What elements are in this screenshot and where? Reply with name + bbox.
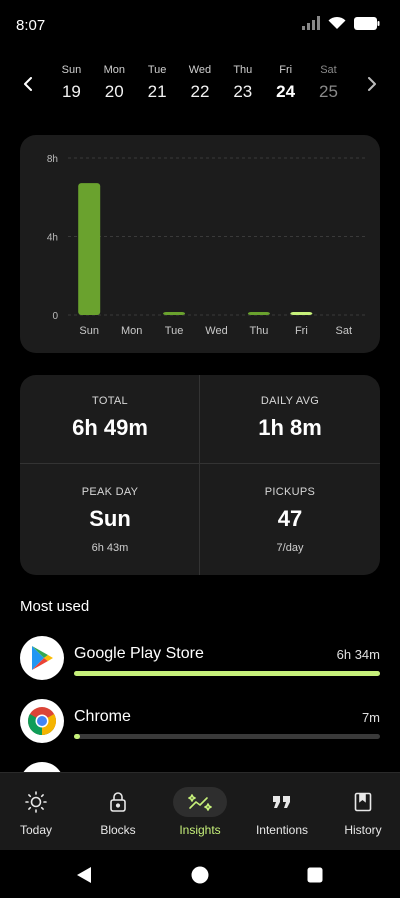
status-time: 8:07 <box>16 17 46 34</box>
nav-label: Blocks <box>100 823 136 837</box>
cellular-signal-icon <box>302 16 320 30</box>
app-row-chrome[interactable]: Chrome 7m <box>20 699 380 749</box>
day-number: 22 <box>190 82 210 101</box>
nav-label: Insights <box>179 823 221 837</box>
y-tick-label: 4h <box>47 233 58 244</box>
back-triangle-icon[interactable] <box>76 866 92 884</box>
weekly-usage-chart: 0 4h 8h Sun Mon Tue Wed Thu Fri Sat <box>20 135 380 353</box>
stats-card: TOTAL 6h 49m DAILY AVG 1h 8m PEAK DAY Su… <box>20 375 380 575</box>
usage-bar-fill <box>74 671 380 676</box>
nav-today[interactable]: Today <box>0 773 76 851</box>
day-number: 23 <box>233 82 253 101</box>
day-name: Fri <box>279 64 293 76</box>
total-label: TOTAL <box>92 395 128 407</box>
app-row-google-play-store[interactable]: Google Play Store 6h 34m <box>20 636 380 686</box>
peak-day-value: Sun <box>89 506 131 531</box>
usage-bar-fill <box>74 734 81 739</box>
bottom-navigation: Today Blocks Insights Intentions History <box>0 772 400 850</box>
previous-week-button[interactable] <box>18 74 38 94</box>
peak-day-stat: PEAK DAY Sun 6h 43m <box>20 486 200 554</box>
chevron-right-icon <box>368 77 376 91</box>
recents-square-icon[interactable] <box>307 867 323 883</box>
chevron-left-icon <box>24 77 32 91</box>
x-tick-label: Mon <box>121 325 142 337</box>
day-tue[interactable]: Tue 21 <box>136 60 179 102</box>
most-used-title: Most used <box>20 598 90 615</box>
total-stat: TOTAL 6h 49m <box>20 395 200 441</box>
day-number: 19 <box>61 82 81 101</box>
divider <box>20 463 380 464</box>
pickups-stat: PICKUPS 47 7/day <box>200 486 380 554</box>
y-tick-label: 0 <box>52 311 58 322</box>
nav-blocks[interactable]: Blocks <box>78 773 158 851</box>
home-circle-icon[interactable] <box>191 866 209 884</box>
x-tick-label: Sun <box>79 325 99 337</box>
bar-tue[interactable] <box>163 312 186 315</box>
pickups-label: PICKUPS <box>264 486 316 498</box>
app-usage-time: 6h 34m <box>336 647 380 662</box>
bar-fri[interactable] <box>290 312 313 315</box>
day-name: Sun <box>61 64 82 76</box>
pickups-value: 47 <box>277 506 303 531</box>
day-fri[interactable]: Fri 24 <box>264 60 307 102</box>
x-tick-label: Wed <box>205 325 227 337</box>
battery-icon <box>354 16 380 30</box>
status-icons <box>302 16 380 30</box>
week-navigator: Sun 19 Mon 20 Tue 21 Wed 22 Thu 23 Fri 24 Sat 2… <box>0 60 400 110</box>
day-number: 21 <box>147 82 167 101</box>
daily-avg-value: 1h 8m <box>258 415 322 440</box>
bar-chart: 0 4h 8h Sun Mon Tue Wed Thu Fri Sat <box>47 154 365 337</box>
bar-thu[interactable] <box>247 312 270 315</box>
x-tick-label: Tue <box>165 325 184 337</box>
google-play-icon <box>20 636 64 680</box>
next-week-button[interactable] <box>362 74 382 94</box>
day-thu[interactable]: Thu 23 <box>221 60 264 102</box>
chrome-icon <box>20 699 64 743</box>
app-name: Google Play Store <box>74 645 204 662</box>
day-name: Thu <box>233 64 253 76</box>
day-number: 25 <box>319 82 338 101</box>
bookmark-book-icon <box>336 787 390 817</box>
daily-avg-stat: DAILY AVG 1h 8m <box>200 395 380 441</box>
x-tick-label: Sat <box>336 325 353 337</box>
total-value: 6h 49m <box>72 415 148 440</box>
nav-label: History <box>344 823 382 837</box>
peak-day-label: PEAK DAY <box>81 486 139 498</box>
nav-label: Intentions <box>255 823 309 837</box>
x-tick-label: Thu <box>249 325 268 337</box>
bar-sun[interactable] <box>78 183 101 315</box>
nav-history[interactable]: History <box>323 773 400 851</box>
status-bar: 8:07 <box>0 0 400 48</box>
nav-insights[interactable]: Insights <box>160 773 240 851</box>
insights-sparkle-icon <box>173 787 227 817</box>
day-name: Wed <box>188 64 212 76</box>
day-name: Sat <box>320 64 337 76</box>
day-name: Tue <box>147 64 167 76</box>
day-selector: Sun 19 Mon 20 Tue 21 Wed 22 Thu 23 Fri 24 Sat 2… <box>50 60 350 102</box>
day-number: 20 <box>104 82 124 101</box>
usage-bar-track <box>74 734 380 739</box>
wifi-icon <box>328 16 346 29</box>
quote-icon <box>255 787 309 817</box>
day-wed[interactable]: Wed 22 <box>179 60 222 102</box>
daily-avg-label: DAILY AVG <box>260 395 320 407</box>
day-name: Mon <box>103 64 125 76</box>
day-sun[interactable]: Sun 19 <box>50 60 93 102</box>
x-tick-label: Fri <box>295 325 308 337</box>
sun-icon <box>9 787 63 817</box>
y-tick-label: 8h <box>47 154 58 165</box>
lock-icon <box>91 787 145 817</box>
pickups-per-day: 7/day <box>276 542 304 554</box>
usage-bar-track <box>74 671 380 676</box>
app-usage-time: 7m <box>361 710 380 725</box>
day-sat[interactable]: Sat 25 <box>307 60 350 102</box>
peak-day-duration: 6h 43m <box>91 542 129 554</box>
day-mon[interactable]: Mon 20 <box>93 60 136 102</box>
day-number: 24 <box>276 82 296 101</box>
system-navigation-bar <box>0 850 400 898</box>
app-name: Chrome <box>74 708 131 725</box>
nav-intentions[interactable]: Intentions <box>242 773 322 851</box>
nav-label: Today <box>19 823 53 837</box>
